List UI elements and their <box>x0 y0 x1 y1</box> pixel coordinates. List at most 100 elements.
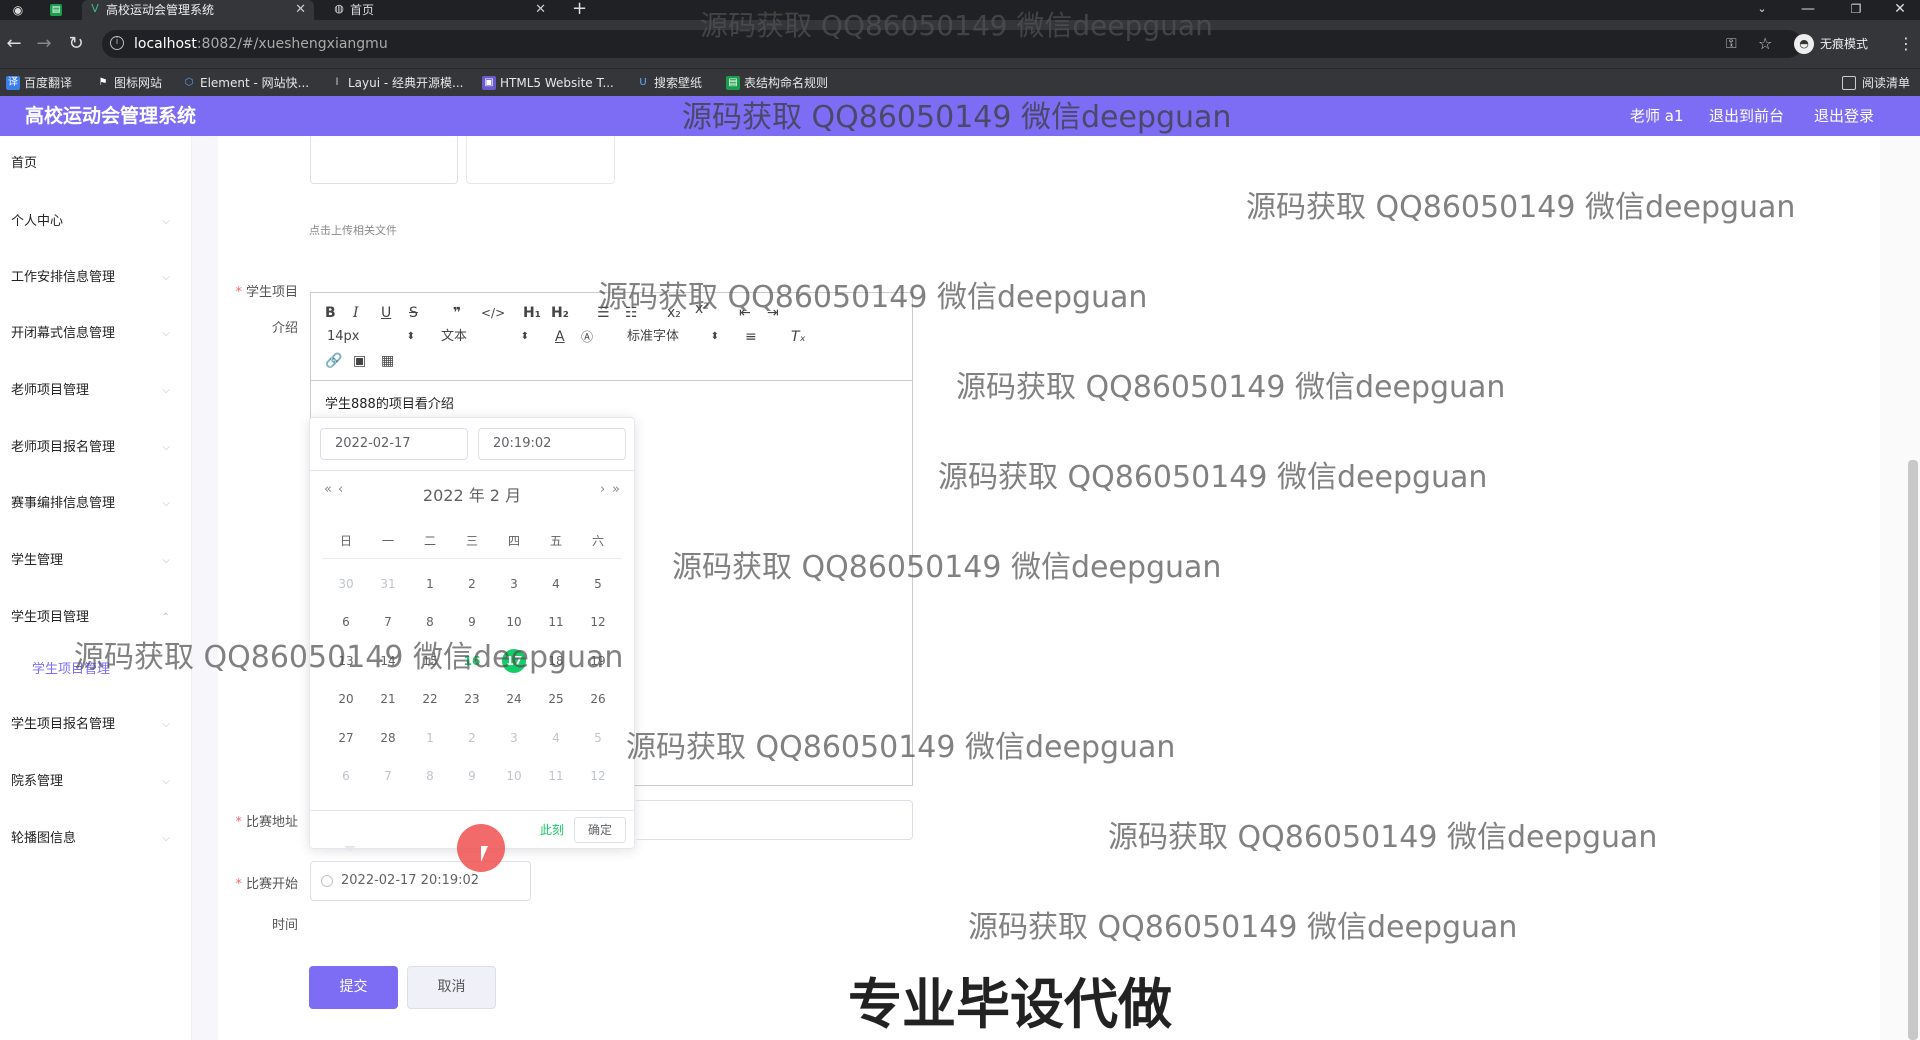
calendar-day[interactable]: 1 <box>410 724 450 752</box>
calendar-day[interactable]: 9 <box>452 608 492 636</box>
calendar-day[interactable]: 11 <box>536 762 576 790</box>
sidebar-item-profile[interactable]: 个人中心 ⌵ <box>0 202 180 242</box>
sidebar-item-teacher-project[interactable]: 老师项目管理 ⌵ <box>0 371 180 411</box>
bookmark-item[interactable]: U 搜索壁纸 <box>636 69 702 97</box>
minimize-icon[interactable]: — <box>1788 0 1828 18</box>
browser-menu-icon[interactable]: ◉ <box>10 2 26 18</box>
sidebar-item-ceremony[interactable]: 开闭幕式信息管理 ⌵ <box>0 314 180 354</box>
format-select[interactable]: 文本 ⬍ <box>441 327 529 347</box>
confirm-button[interactable]: 确定 <box>574 817 626 843</box>
bookmark-star-icon[interactable]: ☆ <box>1758 34 1772 53</box>
incognito-badge[interactable]: ◓ 无痕模式 <box>1794 32 1868 56</box>
submit-button[interactable]: 提交 <box>309 966 398 1009</box>
strikethrough-icon[interactable]: S <box>409 303 418 323</box>
calendar-day[interactable]: 24 <box>494 685 534 713</box>
calendar-day[interactable]: 6 <box>326 762 366 790</box>
close-window-icon[interactable]: ✕ <box>1880 0 1920 18</box>
bookmark-item[interactable]: 译百度翻译 <box>6 69 72 97</box>
sidebar-item-student-project[interactable]: 学生项目管理 ⌃ <box>0 598 180 638</box>
calendar-day[interactable]: 25 <box>536 685 576 713</box>
calendar-day[interactable]: 10 <box>494 608 534 636</box>
calendar-day[interactable]: 10 <box>494 762 534 790</box>
restore-icon[interactable]: ❐ <box>1836 0 1876 18</box>
calendar-day[interactable]: 2 <box>452 570 492 598</box>
close-tab-icon[interactable]: ✕ <box>295 0 306 20</box>
upload-trigger[interactable] <box>466 136 615 184</box>
bold-icon[interactable]: B <box>325 303 336 323</box>
calendar-day[interactable]: 14 <box>368 647 408 675</box>
calendar-day-today[interactable]: 16 <box>452 647 492 675</box>
outdent-icon[interactable]: ⇤ <box>739 303 751 323</box>
underline-icon[interactable]: U <box>381 303 391 323</box>
back-icon[interactable]: ← <box>2 32 26 56</box>
sidebar-item-students[interactable]: 学生管理 ⌵ <box>0 541 180 581</box>
calendar-day[interactable]: 21 <box>368 685 408 713</box>
sidebar-item-work-schedule[interactable]: 工作安排信息管理 ⌵ <box>0 258 180 298</box>
calendar-day[interactable]: 7 <box>368 762 408 790</box>
calendar-day[interactable]: 28 <box>368 724 408 752</box>
close-tab-icon[interactable]: ✕ <box>535 0 546 20</box>
link-icon[interactable]: 🔗 <box>325 351 342 371</box>
forward-icon[interactable]: → <box>32 32 56 56</box>
cancel-button[interactable]: 取消 <box>407 966 496 1009</box>
calendar-day[interactable]: 5 <box>578 570 618 598</box>
calendar-day[interactable]: 26 <box>578 685 618 713</box>
calendar-day[interactable]: 18 <box>536 647 576 675</box>
reading-list[interactable]: 阅读清单 <box>1841 69 1910 97</box>
sidebar-item-teacher-signup[interactable]: 老师项目报名管理 ⌵ <box>0 428 180 468</box>
now-link[interactable]: 此刻 <box>540 821 564 838</box>
editor-content[interactable]: 学生888的项目看介绍 <box>325 393 454 412</box>
bookmark-item[interactable]: ⬡ Element - 网站快... <box>182 69 309 97</box>
ordered-list-icon[interactable]: ☰ <box>597 303 610 323</box>
calendar-day[interactable]: 27 <box>326 724 366 752</box>
calendar-day[interactable]: 30 <box>326 570 366 598</box>
calendar-day[interactable]: 7 <box>368 608 408 636</box>
indent-icon[interactable]: ⇥ <box>767 303 779 323</box>
sidebar-item-department[interactable]: 院系管理 ⌵ <box>0 762 180 802</box>
sidebar-item-match-schedule[interactable]: 赛事编排信息管理 ⌵ <box>0 484 180 524</box>
clear-format-icon[interactable]: Tₓ <box>791 327 806 347</box>
font-size-select[interactable]: 14px ⬍ <box>327 327 415 347</box>
calendar-day[interactable]: 20 <box>326 685 366 713</box>
calendar-day[interactable]: 19 <box>578 647 618 675</box>
sidebar-subitem-student-project[interactable]: 学生项目管理 <box>32 660 110 680</box>
image-icon[interactable]: ▣ <box>353 351 366 371</box>
calendar-day[interactable]: 3 <box>494 570 534 598</box>
calendar-day[interactable]: 4 <box>536 570 576 598</box>
picker-date-input[interactable]: 2022-02-17 <box>320 428 468 460</box>
background-color-icon[interactable]: Ⓐ <box>581 327 593 347</box>
calendar-day-selected[interactable]: 17 <box>494 647 534 675</box>
calendar-day[interactable]: 5 <box>578 724 618 752</box>
bookmark-item[interactable]: ⚑ 图标网站 <box>96 69 163 97</box>
tab-admin-system[interactable]: V 高校运动会管理系统 ✕ <box>82 0 314 20</box>
tab-search-icon[interactable]: ⌄ <box>1742 0 1782 18</box>
address-input[interactable] <box>636 800 913 840</box>
calendar-day[interactable]: 13 <box>326 647 366 675</box>
font-family-select[interactable]: 标准字体 ⬍ <box>627 327 719 347</box>
heading1-icon[interactable]: H₁ <box>523 303 541 323</box>
sidebar-item-carousel[interactable]: 轮播图信息 ⌵ <box>0 819 180 859</box>
text-color-icon[interactable]: A <box>555 327 565 347</box>
bookmark-item[interactable]: ▤ 表结构命名规则 <box>726 69 828 97</box>
start-time-input[interactable]: 2022-02-17 20:19:02 <box>310 861 531 901</box>
calendar-day[interactable]: 11 <box>536 608 576 636</box>
page-scrollbar[interactable] <box>1908 460 1918 1040</box>
calendar-day[interactable]: 4 <box>536 724 576 752</box>
exit-to-front-link[interactable]: 退出到前台 <box>1709 96 1784 136</box>
browser-menu-icon[interactable]: ⋮ <box>1898 32 1914 56</box>
blockquote-icon[interactable]: ❞ <box>453 303 461 323</box>
calendar-day[interactable]: 31 <box>368 570 408 598</box>
sidebar-item-student-signup[interactable]: 学生项目报名管理 ⌵ <box>0 705 180 745</box>
superscript-icon[interactable]: x² <box>695 299 709 319</box>
bookmark-item[interactable]: l Layui - 经典开源模... <box>330 69 464 97</box>
heading2-icon[interactable]: H₂ <box>551 303 569 323</box>
bookmark-item[interactable]: ▣ HTML5 Website T... <box>482 69 614 97</box>
logout-link[interactable]: 退出登录 <box>1814 96 1874 136</box>
sheet-tab-icon[interactable]: ▤ <box>50 4 62 16</box>
calendar-day[interactable]: 3 <box>494 724 534 752</box>
sidebar-item-home[interactable]: 首页 <box>0 144 180 184</box>
align-icon[interactable]: ≡ <box>745 327 757 347</box>
subscript-icon[interactable]: x₂ <box>667 303 681 323</box>
key-icon[interactable]: ⚿ <box>1726 36 1737 52</box>
tab-home[interactable]: ◍ 首页 ✕ <box>326 0 554 20</box>
